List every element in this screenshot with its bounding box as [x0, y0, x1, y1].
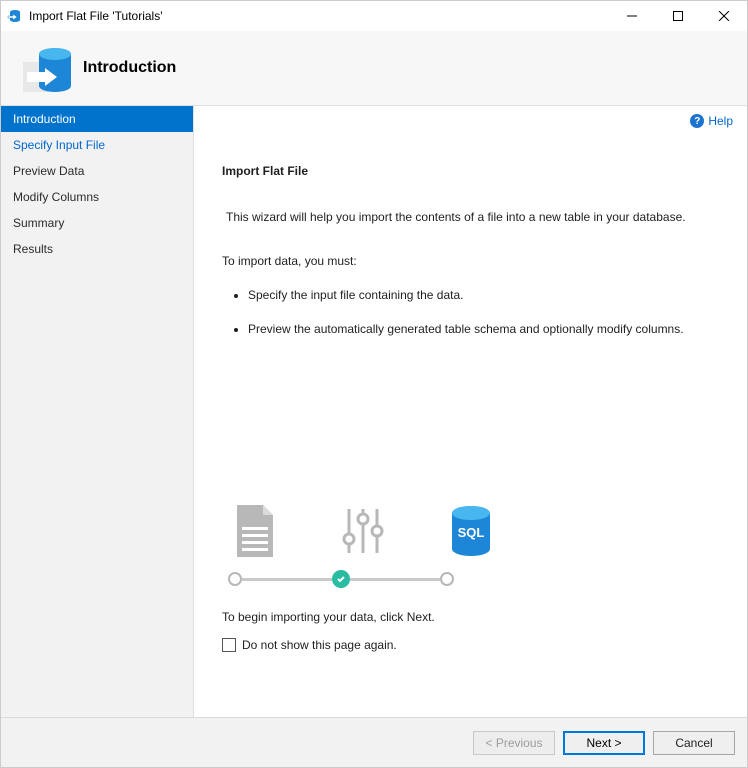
cancel-button[interactable]: Cancel	[653, 731, 735, 755]
checkbox-box[interactable]	[222, 638, 236, 652]
footer: < Previous Next > Cancel	[1, 717, 747, 767]
sidebar-step-preview-data[interactable]: Preview Data	[1, 158, 193, 184]
sidebar-step-introduction[interactable]: Introduction	[1, 106, 193, 132]
progress-line	[350, 578, 440, 581]
page-title: Introduction	[83, 59, 176, 77]
progress-dot-check	[332, 570, 350, 588]
intro-paragraph: This wizard will help you import the con…	[222, 208, 719, 226]
svg-text:SQL: SQL	[458, 525, 485, 540]
progress-line	[242, 578, 332, 581]
body: Introduction Specify Input File Preview …	[1, 106, 747, 717]
progress-track	[222, 570, 719, 588]
sidebar-step-specify-input-file[interactable]: Specify Input File	[1, 132, 193, 158]
close-button[interactable]	[701, 1, 747, 31]
content-area: ? Help Import Flat File This wizard will…	[194, 106, 747, 717]
window-root: Import Flat File 'Tutorials'	[0, 0, 748, 768]
sql-database-icon: SQL	[446, 506, 496, 556]
window-title: Import Flat File 'Tutorials'	[29, 9, 163, 23]
begin-text: To begin importing your data, click Next…	[222, 610, 719, 624]
checkbox-label: Do not show this page again.	[242, 638, 397, 652]
progress-dot	[440, 572, 454, 586]
document-icon	[230, 506, 280, 556]
maximize-button[interactable]	[655, 1, 701, 31]
must-heading: To import data, you must:	[222, 254, 719, 268]
header-icon	[21, 44, 69, 92]
sidebar-step-summary[interactable]: Summary	[1, 210, 193, 236]
titlebar-left: Import Flat File 'Tutorials'	[7, 8, 163, 24]
titlebar: Import Flat File 'Tutorials'	[1, 1, 747, 31]
next-button[interactable]: Next >	[563, 731, 645, 755]
sidebar-step-results[interactable]: Results	[1, 236, 193, 262]
requirements-list: Specify the input file containing the da…	[248, 288, 719, 356]
help-icon: ?	[690, 114, 704, 128]
sidebar-step-modify-columns[interactable]: Modify Columns	[1, 184, 193, 210]
dont-show-again-checkbox[interactable]: Do not show this page again.	[222, 638, 719, 652]
window-controls	[609, 1, 747, 31]
requirement-item: Specify the input file containing the da…	[248, 288, 719, 302]
help-label: Help	[708, 114, 733, 128]
page-header: Introduction	[1, 31, 747, 106]
section-title: Import Flat File	[222, 164, 719, 178]
sidebar: Introduction Specify Input File Preview …	[1, 106, 194, 717]
illustration-row: SQL	[222, 506, 719, 556]
help-link[interactable]: ? Help	[690, 114, 733, 128]
app-icon	[7, 8, 23, 24]
sliders-icon	[338, 506, 388, 556]
minimize-button[interactable]	[609, 1, 655, 31]
progress-dot	[228, 572, 242, 586]
previous-button: < Previous	[473, 731, 555, 755]
requirement-item: Preview the automatically generated tabl…	[248, 322, 719, 336]
